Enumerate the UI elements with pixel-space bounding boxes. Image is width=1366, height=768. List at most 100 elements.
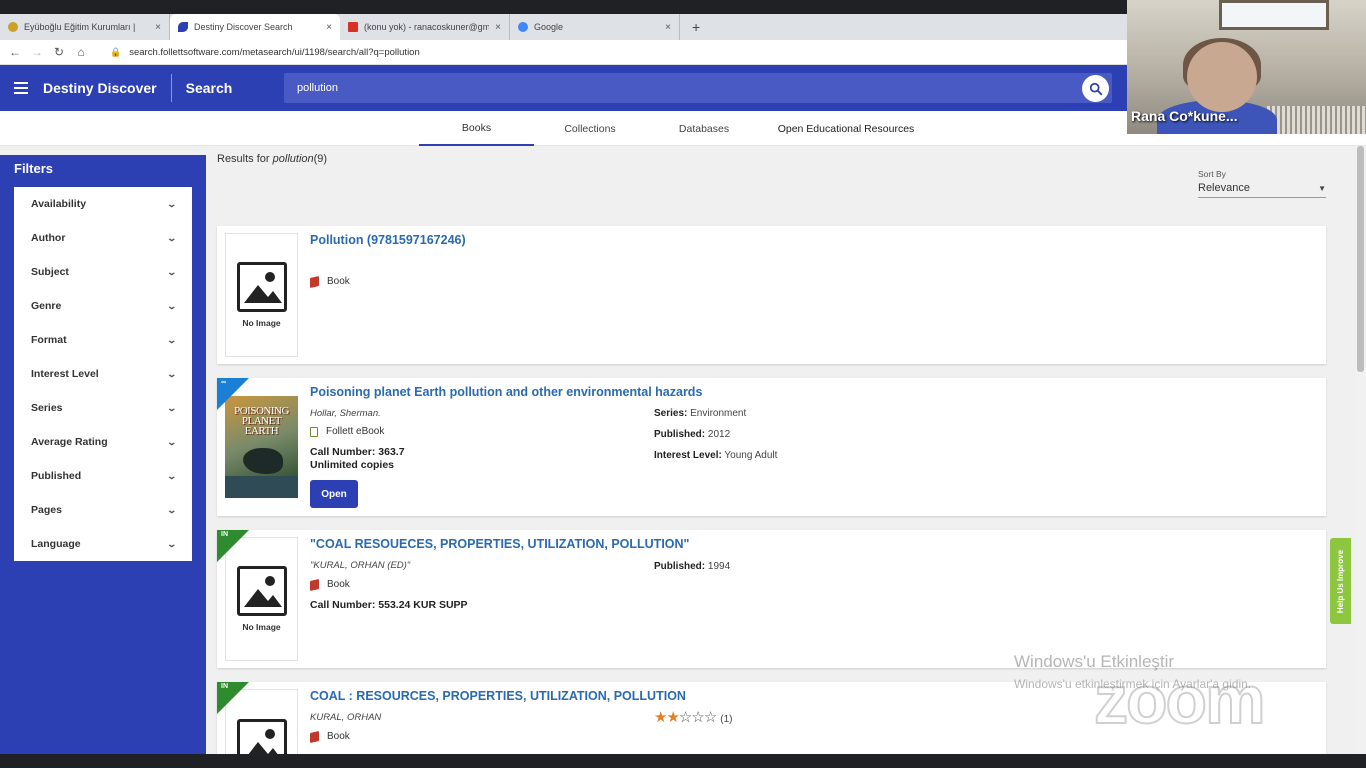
- gmail-icon: [348, 22, 358, 32]
- browser-tab-destiny[interactable]: Destiny Discover Search ×: [170, 14, 340, 40]
- help-us-improve-button[interactable]: Help Us Improve: [1330, 538, 1351, 624]
- filter-subject[interactable]: Subject ⌄: [14, 255, 192, 289]
- filter-series[interactable]: Series ⌄: [14, 391, 192, 425]
- video-radiator: [1267, 106, 1366, 134]
- filter-language[interactable]: Language ⌄: [14, 527, 192, 561]
- url-text: search.follettsoftware.com/metasearch/ui…: [129, 46, 420, 58]
- filter-label: Language: [31, 538, 81, 550]
- meta-published: Published: 1994: [654, 561, 730, 572]
- chevron-down-icon: ⌄: [166, 470, 178, 481]
- tab-label: (konu yok) - ranacoskuner@gm: [364, 22, 490, 32]
- chevron-down-icon: ⌄: [166, 198, 178, 209]
- call-number: Call Number: 553.24 KUR SUPP: [310, 599, 468, 611]
- browser-tab-google[interactable]: Google ×: [510, 14, 680, 40]
- format-text: Follett eBook: [326, 426, 385, 437]
- filter-published[interactable]: Published ⌄: [14, 459, 192, 493]
- hamburger-menu-icon[interactable]: [14, 82, 28, 94]
- format-label: Book: [310, 578, 350, 591]
- format-label: Follett eBook: [310, 426, 384, 437]
- chevron-down-icon: ⌄: [166, 538, 178, 549]
- back-arrow-icon[interactable]: ←: [4, 45, 26, 59]
- filter-interest-level[interactable]: Interest Level ⌄: [14, 357, 192, 391]
- copies-text: Unlimited copies: [310, 459, 395, 471]
- result-title-link[interactable]: Pollution (9781597167246): [310, 233, 466, 247]
- filter-label: Format: [31, 334, 67, 346]
- filter-format[interactable]: Format ⌄: [14, 323, 192, 357]
- close-icon[interactable]: ×: [326, 22, 332, 33]
- search-input[interactable]: [295, 81, 1055, 95]
- page-scrollbar[interactable]: [1355, 146, 1366, 754]
- sort-by-dropdown[interactable]: Sort By Relevance ▼: [1198, 169, 1326, 198]
- no-image-label: No Image: [242, 318, 281, 328]
- filter-label: Series: [31, 402, 63, 414]
- tab-label: Destiny Discover Search: [194, 22, 293, 32]
- meta-key: Published:: [654, 561, 706, 572]
- filter-pages[interactable]: Pages ⌄: [14, 493, 192, 527]
- no-image-placeholder[interactable]: No Image: [225, 233, 298, 357]
- meta-interest-level: Interest Level: Young Adult: [654, 450, 777, 461]
- filter-label: Interest Level: [31, 368, 99, 380]
- filter-author[interactable]: Author ⌄: [14, 221, 192, 255]
- filter-genre[interactable]: Genre ⌄: [14, 289, 192, 323]
- result-title-link[interactable]: "COAL RESOUECES, PROPERTIES, UTILIZATION…: [310, 537, 689, 551]
- format-text: Book: [327, 579, 350, 590]
- sort-value: Relevance: [1198, 182, 1250, 194]
- tab-open-educational-resources[interactable]: Open Educational Resources: [770, 111, 922, 146]
- result-card: No Image Pollution (9781597167246) Book: [217, 226, 1326, 364]
- search-button[interactable]: [1082, 75, 1109, 102]
- close-icon[interactable]: ×: [495, 22, 501, 33]
- results-count: (9): [313, 153, 328, 165]
- tab-books[interactable]: Books: [419, 111, 534, 146]
- results-prefix: Results for: [217, 153, 270, 165]
- chevron-down-icon: ⌄: [166, 266, 178, 277]
- star-empty-icon: ☆: [691, 709, 704, 726]
- sort-by-select[interactable]: Relevance ▼: [1198, 182, 1326, 198]
- tab-collections[interactable]: Collections: [540, 111, 640, 146]
- author-link[interactable]: "KURAL, ORHAN (ED)": [310, 560, 410, 571]
- tab-label: Eyüboğlu Eğitim Kurumları |: [24, 22, 136, 32]
- browser-tab-bar: Eyüboğlu Eğitim Kurumları | × Destiny Di…: [0, 14, 1127, 40]
- new-tab-button[interactable]: +: [692, 14, 700, 40]
- result-card: No Image IN "COAL RESOUECES, PROPERTIES,…: [217, 530, 1326, 668]
- home-icon[interactable]: ⌂: [70, 45, 92, 59]
- call-number: Call Number: 363.7 Unlimited copies: [310, 446, 405, 472]
- close-icon[interactable]: ×: [665, 22, 671, 33]
- browser-tab-gmail[interactable]: (konu yok) - ranacoskuner@gm ×: [340, 14, 510, 40]
- in-label: IN: [221, 683, 228, 690]
- forward-arrow-icon[interactable]: →: [26, 45, 48, 59]
- star-empty-icon: ☆: [703, 709, 717, 726]
- participant-name: Rana Co*kune...: [1131, 108, 1238, 124]
- tab-databases[interactable]: Databases: [655, 111, 753, 146]
- chevron-down-icon: ⌄: [166, 300, 178, 311]
- scrollbar-thumb[interactable]: [1357, 146, 1364, 372]
- search-icon: [1089, 82, 1102, 95]
- cover-water: [225, 476, 298, 498]
- meta-key: Series:: [654, 408, 688, 419]
- result-title-link[interactable]: Poisoning planet Earth pollution and oth…: [310, 385, 702, 399]
- filter-average-rating[interactable]: Average Rating ⌄: [14, 425, 192, 459]
- url-field[interactable]: 🔒 search.follettsoftware.com/metasearch/…: [110, 47, 420, 58]
- chevron-down-icon: ⌄: [166, 232, 178, 243]
- chevron-down-icon: ⌄: [166, 368, 178, 379]
- image-placeholder-icon: [236, 566, 287, 616]
- format-label: Book: [310, 730, 350, 743]
- chevron-down-icon: ⌄: [166, 334, 178, 345]
- brand-title[interactable]: Destiny Discover: [43, 80, 157, 96]
- close-icon[interactable]: ×: [155, 22, 161, 33]
- lock-icon: 🔒: [110, 46, 122, 57]
- filter-label: Published: [31, 470, 82, 482]
- image-placeholder-icon: [236, 262, 287, 312]
- result-title-link[interactable]: COAL : RESOURCES, PROPERTIES, UTILIZATIO…: [310, 689, 686, 703]
- filter-availability[interactable]: Availability ⌄: [14, 187, 192, 221]
- star-rating[interactable]: ★★☆☆☆ (1): [654, 708, 733, 726]
- filter-label: Subject: [31, 266, 69, 278]
- book-cover-image[interactable]: POISONING PLANET EARTH: [225, 396, 298, 498]
- open-button[interactable]: Open: [310, 480, 358, 508]
- author-link[interactable]: Hollar, Sherman.: [310, 408, 381, 419]
- result-card: POISONING PLANET EARTH ∞ Poisoning plane…: [217, 378, 1326, 516]
- filter-label: Availability: [31, 198, 87, 210]
- rating-count: (1): [720, 714, 733, 725]
- reload-icon[interactable]: ↻: [48, 45, 70, 59]
- browser-tab-eyuboglu[interactable]: Eyüboğlu Eğitim Kurumları | ×: [0, 14, 170, 40]
- author-link[interactable]: KURAL, ORHAN: [310, 712, 381, 723]
